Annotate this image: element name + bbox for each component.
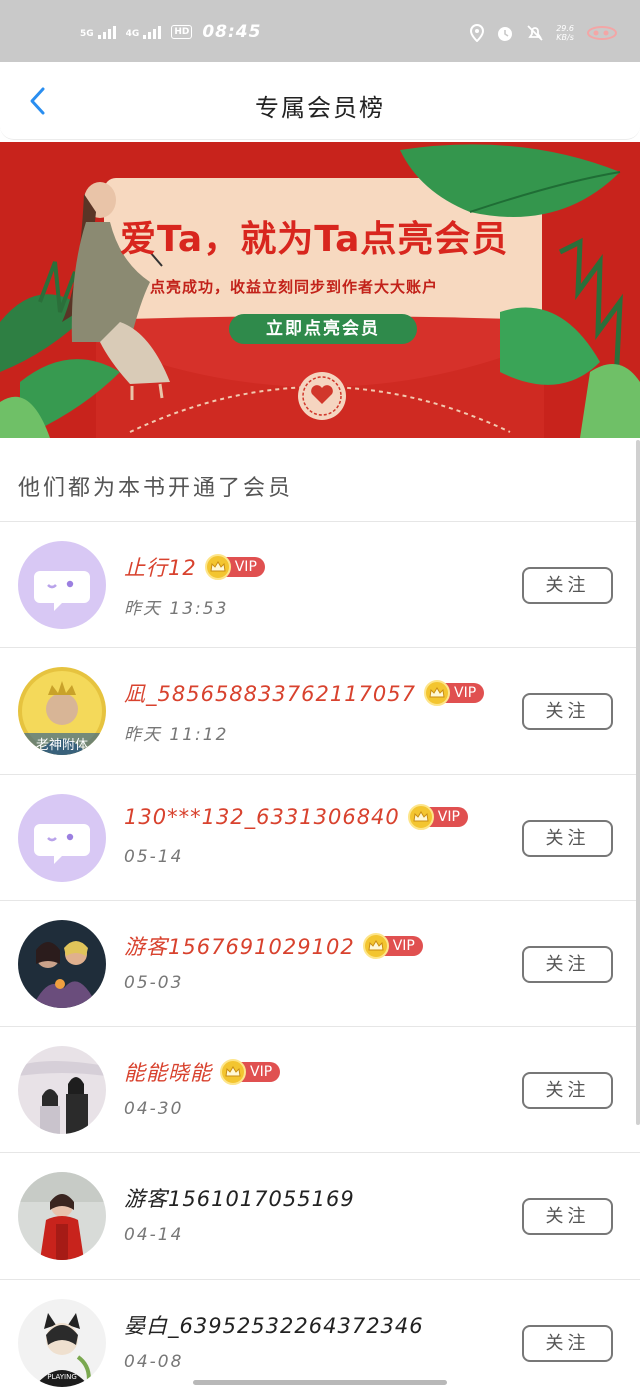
follow-button[interactable]: 关注 bbox=[522, 1198, 613, 1236]
follow-button[interactable]: 关注 bbox=[522, 693, 613, 731]
crown-icon bbox=[407, 803, 434, 830]
crown-icon bbox=[204, 554, 231, 580]
navigation-header: 专属会员榜 bbox=[0, 62, 640, 140]
svg-text:老神附体: 老神附体 bbox=[36, 738, 88, 753]
member-date: 04-08 bbox=[124, 1351, 184, 1372]
member-name-line: 凪_585658833762117057 VIP bbox=[124, 678, 485, 708]
banner-headline: 爱Ta，就为Ta点亮会员 bbox=[120, 219, 509, 260]
network-type-4g: 4G bbox=[125, 29, 140, 39]
speed-unit: KB/s bbox=[556, 33, 574, 42]
page-title: 专属会员榜 bbox=[255, 94, 385, 122]
member-name-line: 130***132_6331306840 VIP bbox=[124, 803, 468, 830]
avatar[interactable]: PLAYING bbox=[18, 1298, 106, 1387]
member-row[interactable]: 130***132_6331306840 VIP 05-14 关注 bbox=[0, 775, 640, 901]
member-date: 昨天 11:12 bbox=[124, 725, 229, 746]
member-name[interactable]: 凪_585658833762117057 bbox=[124, 678, 416, 708]
clock: 08:45 bbox=[202, 22, 262, 42]
member-row[interactable]: 止行12 VIP 昨天 13:53 关注 bbox=[0, 522, 640, 649]
avatar[interactable] bbox=[18, 919, 106, 1008]
member-name-line: 晏白_63952532264372346 bbox=[124, 1310, 424, 1340]
banner-subtitle: 点亮成功，收益立刻同步到作者大大账户 bbox=[150, 278, 439, 296]
battery-icon bbox=[587, 26, 617, 40]
crown-icon bbox=[362, 932, 389, 959]
home-indicator[interactable] bbox=[193, 1380, 447, 1385]
mute-icon bbox=[527, 25, 543, 41]
status-bar: 5G 4G HD 08:45 29.6 KB/s bbox=[0, 0, 640, 62]
member-name[interactable]: 晏白_63952532264372346 bbox=[124, 1310, 424, 1340]
member-list: 止行12 VIP 昨天 13:53 关注 老神附体 凪_585658833762117… bbox=[0, 521, 640, 1387]
alarm-icon bbox=[498, 27, 513, 41]
member-name-line: 游客1567691029102 VIP bbox=[124, 931, 423, 961]
member-name[interactable]: 130***132_6331306840 bbox=[124, 805, 400, 829]
member-name-line: 能能晓能 VIP bbox=[124, 1057, 281, 1087]
promo-banner[interactable]: 爱Ta，就为Ta点亮会员 点亮成功，收益立刻同步到作者大大账户 立即点亮会员 bbox=[0, 142, 640, 438]
hd-icon: HD bbox=[171, 25, 193, 39]
member-row[interactable]: 游客1567691029102 VIP 05-03 关注 bbox=[0, 901, 640, 1028]
scrollbar[interactable] bbox=[636, 440, 640, 1125]
network-speed: 29.6 KB/s bbox=[556, 24, 574, 42]
vip-badge: VIP bbox=[220, 1059, 281, 1086]
member-name[interactable]: 能能晓能 bbox=[124, 1057, 212, 1087]
follow-button[interactable]: 关注 bbox=[522, 1072, 613, 1110]
member-name[interactable]: 游客1567691029102 bbox=[124, 931, 355, 961]
member-row[interactable]: PLAYING 晏白_63952532264372346 04-08 关注 bbox=[0, 1280, 640, 1387]
vip-badge: VIP bbox=[362, 932, 423, 959]
member-date: 05-03 bbox=[124, 972, 184, 993]
member-row[interactable]: 老神附体 凪_585658833762117057 VIP 昨天 11:12 关注 bbox=[0, 648, 640, 775]
member-date: 昨天 13:53 bbox=[124, 599, 229, 619]
follow-button[interactable]: 关注 bbox=[522, 567, 613, 604]
signal-4g-icon: 4G bbox=[126, 25, 162, 39]
location-icon bbox=[470, 24, 485, 42]
member-name-line: 止行12 VIP bbox=[124, 552, 265, 582]
status-right: 29.6 KB/s bbox=[470, 24, 620, 42]
signal-5g-icon: 5G bbox=[80, 25, 116, 39]
speed-value: 29.6 bbox=[556, 24, 574, 33]
svg-text:PLAYING: PLAYING bbox=[47, 1373, 77, 1381]
member-row[interactable]: 游客1561017055169 04-14 关注 bbox=[0, 1153, 640, 1280]
status-left: 5G 4G HD 08:45 bbox=[80, 22, 261, 42]
avatar[interactable] bbox=[18, 541, 106, 629]
member-row[interactable]: 能能晓能 VIP 04-30 关注 bbox=[0, 1027, 640, 1154]
avatar[interactable]: 老神附体 bbox=[18, 667, 106, 756]
avatar[interactable] bbox=[18, 1172, 106, 1261]
member-date: 04-30 bbox=[124, 1099, 184, 1120]
network-type-5g: 5G bbox=[80, 29, 94, 39]
avatar[interactable] bbox=[18, 793, 106, 882]
follow-button[interactable]: 关注 bbox=[522, 819, 613, 857]
member-date: 05-14 bbox=[124, 846, 184, 867]
member-name[interactable]: 止行12 bbox=[124, 552, 197, 582]
member-name[interactable]: 游客1561017055169 bbox=[124, 1183, 355, 1213]
follow-button[interactable]: 关注 bbox=[522, 1324, 613, 1362]
follow-button[interactable]: 关注 bbox=[522, 945, 613, 983]
light-up-vip-button[interactable]: 立即点亮会员 bbox=[229, 314, 417, 344]
crown-icon bbox=[220, 1059, 246, 1086]
vip-badge: VIP bbox=[204, 554, 265, 580]
section-heading: 他们都为本书开通了会员 bbox=[18, 476, 294, 501]
avatar[interactable] bbox=[18, 1046, 106, 1135]
vip-badge: VIP bbox=[407, 803, 468, 830]
vip-badge: VIP bbox=[424, 680, 485, 707]
member-date: 04-14 bbox=[124, 1225, 184, 1246]
member-name-line: 游客1561017055169 bbox=[124, 1183, 355, 1213]
